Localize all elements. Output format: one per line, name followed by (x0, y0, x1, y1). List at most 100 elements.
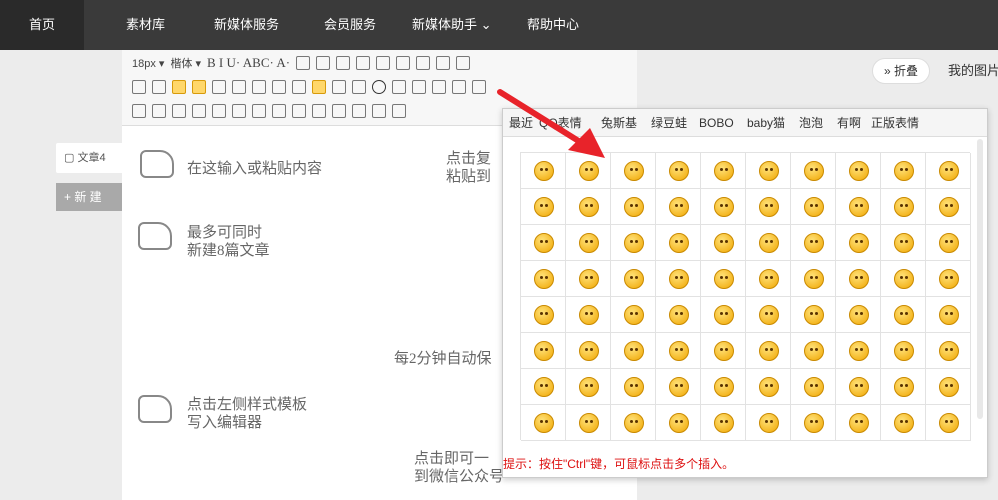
emoji-cell[interactable] (746, 405, 791, 441)
font-size-select[interactable]: 18px ▾ (132, 57, 164, 70)
emoji-cell[interactable] (656, 189, 701, 225)
emoji-cell[interactable] (611, 369, 656, 405)
font-family-select[interactable]: 楷体 ▾ (170, 55, 201, 71)
emoji-cell[interactable] (566, 261, 611, 297)
emoji-tab-bobo[interactable]: BOBO (699, 109, 734, 137)
emoji-tab-youa[interactable]: 有啊 (837, 109, 861, 137)
my-images-tab[interactable]: 我的图片 (948, 58, 998, 84)
emoji-cell[interactable] (746, 261, 791, 297)
emoji-cell[interactable] (701, 225, 746, 261)
search-icon[interactable] (392, 80, 406, 94)
emoji-cell[interactable] (791, 333, 836, 369)
emoji-cell[interactable] (926, 189, 971, 225)
map-icon[interactable] (192, 104, 206, 118)
rtl-icon[interactable] (332, 80, 346, 94)
emoji-cell[interactable] (881, 225, 926, 261)
emoji-cell[interactable] (701, 297, 746, 333)
emoji-cell[interactable] (611, 297, 656, 333)
emoji-cell[interactable] (566, 405, 611, 441)
emoji-cell[interactable] (881, 189, 926, 225)
superscript-icon[interactable] (376, 56, 391, 70)
emoji-cell[interactable] (836, 153, 881, 189)
redo-icon[interactable] (372, 104, 386, 118)
line-height-icon[interactable] (272, 80, 286, 94)
emoji-cell[interactable] (656, 333, 701, 369)
emoji-cell[interactable] (836, 189, 881, 225)
emoji-cell[interactable] (791, 369, 836, 405)
emoji-cell[interactable] (611, 189, 656, 225)
emoji-cell[interactable] (521, 225, 566, 261)
emoji-cell[interactable] (521, 189, 566, 225)
ltr-icon[interactable] (312, 80, 326, 94)
nav-item-media-service[interactable]: 新媒体服务 (214, 0, 279, 50)
emoji-cell[interactable] (701, 261, 746, 297)
quote-icon[interactable] (412, 80, 426, 94)
emoji-cell[interactable] (521, 369, 566, 405)
page-icon[interactable] (436, 56, 451, 70)
emoji-tab-babycat[interactable]: baby猫 (747, 109, 785, 137)
emoji-cell[interactable] (746, 333, 791, 369)
nav-item-assistant[interactable]: 新媒体助手 ⌄ (412, 0, 492, 50)
emoji-cell[interactable] (926, 261, 971, 297)
font-icon[interactable] (336, 56, 351, 70)
emoji-cell[interactable] (926, 333, 971, 369)
emoji-cell[interactable] (566, 225, 611, 261)
emoji-cell[interactable] (791, 261, 836, 297)
paragraph-icon[interactable] (292, 80, 306, 94)
video-icon[interactable] (232, 104, 246, 118)
align-center-icon[interactable] (212, 80, 226, 94)
emoji-cell[interactable] (791, 153, 836, 189)
emoji-cell[interactable] (881, 297, 926, 333)
strike-icon[interactable] (356, 56, 371, 70)
emoji-tab-recent[interactable]: 最近 (509, 109, 533, 137)
frame-icon[interactable] (172, 104, 186, 118)
format-buttons[interactable]: B I U· ABC· A· (207, 55, 290, 71)
emoji-tab-official[interactable]: 正版表情 (871, 109, 919, 137)
emoji-cell[interactable] (611, 333, 656, 369)
magic-icon[interactable] (272, 104, 286, 118)
emoji-tab-ldw[interactable]: 绿豆蛙 (651, 109, 687, 137)
emoji-cell[interactable] (926, 369, 971, 405)
align-justify-icon[interactable] (192, 80, 206, 94)
emoji-cell[interactable] (836, 261, 881, 297)
emoji-cell[interactable] (521, 153, 566, 189)
list-icon[interactable] (152, 80, 166, 94)
emoji-cell[interactable] (701, 405, 746, 441)
emoji-cell[interactable] (656, 369, 701, 405)
emoji-cell[interactable] (701, 369, 746, 405)
emoji-cell[interactable] (881, 333, 926, 369)
emoji-cell[interactable] (746, 189, 791, 225)
emoji-cell[interactable] (656, 225, 701, 261)
emoji-cell[interactable] (881, 153, 926, 189)
image-icon[interactable] (132, 104, 146, 118)
eraser-icon[interactable] (132, 80, 146, 94)
emoji-cell[interactable] (566, 369, 611, 405)
emoji-cell[interactable] (836, 405, 881, 441)
emoji-cell[interactable] (656, 405, 701, 441)
music-icon[interactable] (292, 104, 306, 118)
emoji-cell[interactable] (746, 153, 791, 189)
border-icon[interactable] (316, 56, 331, 70)
emoji-cell[interactable] (791, 405, 836, 441)
emoji-cell[interactable] (836, 333, 881, 369)
emoji-cell[interactable] (521, 297, 566, 333)
nav-item-material[interactable]: 素材库 (126, 0, 165, 50)
emoji-cell[interactable] (566, 297, 611, 333)
emoji-cell[interactable] (611, 405, 656, 441)
emoji-cell[interactable] (926, 405, 971, 441)
undo-icon[interactable] (352, 104, 366, 118)
highlight-icon[interactable] (296, 56, 311, 70)
emoji-cell[interactable] (656, 297, 701, 333)
emoji-cell[interactable] (926, 297, 971, 333)
emoji-cell[interactable] (566, 153, 611, 189)
align-right-icon[interactable] (232, 80, 246, 94)
emoji-cell[interactable] (521, 261, 566, 297)
emoji-cell[interactable] (746, 225, 791, 261)
emoji-cell[interactable] (836, 297, 881, 333)
emoji-cell[interactable] (836, 225, 881, 261)
emoji-cell[interactable] (881, 405, 926, 441)
emoji-cell[interactable] (701, 189, 746, 225)
emoji-cell[interactable] (611, 261, 656, 297)
emoji-cell[interactable] (521, 333, 566, 369)
fold-button[interactable]: » 折叠 (872, 58, 930, 84)
